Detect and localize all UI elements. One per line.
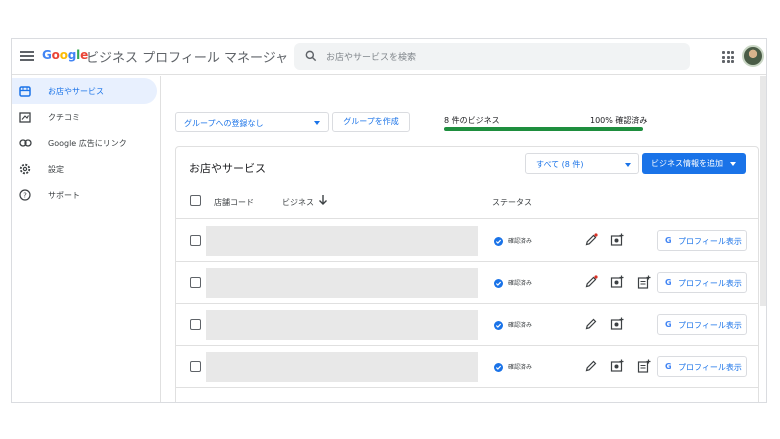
sidebar-item-label: 設定 — [48, 164, 64, 174]
add-photo-icon[interactable] — [610, 317, 624, 331]
table-row[interactable]: 確認済み G プロフィール表示 — [176, 304, 758, 346]
sidebar: お店やサービス クチコミ Google 広告にリンク 設定 ? サポート — [12, 76, 161, 402]
chevron-down-icon — [730, 162, 736, 166]
sidebar-item-reviews[interactable]: クチコミ — [12, 104, 157, 130]
sidebar-item-support[interactable]: ? サポート — [12, 182, 157, 208]
scrollbar[interactable] — [760, 76, 766, 306]
avatar[interactable] — [742, 45, 764, 67]
business-list-card: お店やサービス すべて (8 件) ビジネス情報を追加 店舗コード ビジネス ス… — [175, 146, 759, 402]
status-label: 確認済み — [508, 364, 533, 371]
apps-grid-icon[interactable] — [722, 51, 734, 63]
storefront-icon — [18, 84, 32, 98]
add-post-icon[interactable] — [637, 359, 651, 373]
add-photo-icon[interactable] — [610, 275, 624, 289]
sidebar-item-settings[interactable]: 設定 — [12, 156, 157, 182]
scrollbar-thumb[interactable] — [760, 76, 766, 306]
search-placeholder: お店やサービスを検索 — [326, 53, 417, 63]
sidebar-item-ads-link[interactable]: Google 広告にリンク — [12, 130, 157, 156]
group-select[interactable]: グループへの登録なし — [175, 112, 329, 132]
reviews-icon — [18, 110, 32, 124]
help-icon: ? — [18, 188, 32, 202]
view-profile-button[interactable]: G プロフィール表示 — [657, 272, 747, 293]
business-placeholder — [206, 268, 478, 298]
add-post-icon[interactable] — [637, 275, 651, 289]
gear-icon — [18, 162, 32, 176]
table-row[interactable]: 確認済み G プロフィール表示 — [176, 262, 758, 304]
verified-check-icon — [494, 321, 503, 330]
view-profile-label: プロフィール表示 — [678, 321, 742, 330]
sidebar-item-label: Google 広告にリンク — [48, 138, 127, 148]
svg-text:?: ? — [23, 192, 27, 200]
verification-progress — [444, 127, 643, 131]
view-profile-label: プロフィール表示 — [678, 363, 742, 372]
column-store-code[interactable]: 店舗コード — [214, 197, 254, 208]
verified-check-icon — [494, 279, 503, 288]
status-label: 確認済み — [508, 238, 533, 245]
chevron-down-icon — [625, 163, 631, 167]
google-g-icon: G — [665, 320, 672, 329]
add-photo-icon[interactable] — [610, 359, 624, 373]
menu-icon[interactable] — [20, 49, 34, 63]
app-title: ビジネス プロフィール マネージャ — [86, 51, 289, 66]
business-placeholder — [206, 352, 478, 382]
add-photo-icon[interactable] — [610, 233, 624, 247]
sort-down-icon[interactable] — [318, 194, 328, 206]
create-group-button[interactable]: グループを作成 — [332, 112, 410, 132]
verified-percent: 100% 確認済み — [590, 116, 648, 125]
row-checkbox[interactable] — [190, 361, 201, 372]
edit-icon[interactable] — [584, 317, 598, 331]
sidebar-item-label: クチコミ — [48, 112, 80, 122]
table-row[interactable]: 確認済み G プロフィール表示 — [176, 220, 758, 262]
edit-icon[interactable] — [584, 359, 598, 373]
link-icon — [18, 136, 32, 150]
status-label: 確認済み — [508, 322, 533, 329]
row-checkbox[interactable] — [190, 235, 201, 246]
edit-icon[interactable] — [584, 233, 598, 247]
business-placeholder — [206, 310, 478, 340]
view-profile-button[interactable]: G プロフィール表示 — [657, 356, 747, 377]
app-window: Google ビジネス プロフィール マネージャ お店やサービスを検索 お店やサ… — [11, 38, 767, 403]
verified-check-icon — [494, 237, 503, 246]
column-status[interactable]: ステータス — [492, 197, 532, 208]
search-icon — [305, 50, 317, 62]
view-profile-label: プロフィール表示 — [678, 279, 742, 288]
group-select-value: グループへの登録なし — [184, 119, 264, 128]
add-business-label: ビジネス情報を追加 — [651, 159, 723, 168]
add-business-button[interactable]: ビジネス情報を追加 — [642, 153, 746, 174]
google-logo: Google — [42, 48, 89, 62]
view-profile-label: プロフィール表示 — [678, 237, 742, 246]
row-checkbox[interactable] — [190, 277, 201, 288]
select-all-checkbox[interactable] — [190, 195, 201, 206]
row-checkbox[interactable] — [190, 319, 201, 330]
view-profile-button[interactable]: G プロフィール表示 — [657, 230, 747, 251]
business-count: 8 件のビジネス — [444, 116, 500, 125]
sidebar-item-label: サポート — [48, 190, 80, 200]
business-placeholder — [206, 226, 478, 256]
table-row[interactable]: 確認済み G プロフィール表示 — [176, 346, 758, 388]
sidebar-item-stores[interactable]: お店やサービス — [12, 78, 157, 104]
chevron-down-icon — [314, 121, 320, 125]
search-input[interactable]: お店やサービスを検索 — [294, 43, 690, 70]
google-g-icon: G — [665, 362, 672, 371]
filter-select[interactable]: すべて (8 件) — [525, 153, 639, 174]
table-header: 店舗コード ビジネス ステータス — [176, 183, 758, 219]
google-g-icon: G — [665, 236, 672, 245]
verified-check-icon — [494, 363, 503, 372]
filter-value: すべて (8 件) — [536, 160, 584, 169]
top-app-bar: Google ビジネス プロフィール マネージャ お店やサービスを検索 — [12, 39, 766, 75]
google-g-icon: G — [665, 278, 672, 287]
status-label: 確認済み — [508, 280, 533, 287]
column-business[interactable]: ビジネス — [282, 197, 314, 208]
verification-progress-fill — [444, 127, 643, 131]
card-title: お店やサービス — [189, 162, 266, 175]
sidebar-item-label: お店やサービス — [48, 86, 104, 96]
view-profile-button[interactable]: G プロフィール表示 — [657, 314, 747, 335]
edit-icon[interactable] — [584, 275, 598, 289]
